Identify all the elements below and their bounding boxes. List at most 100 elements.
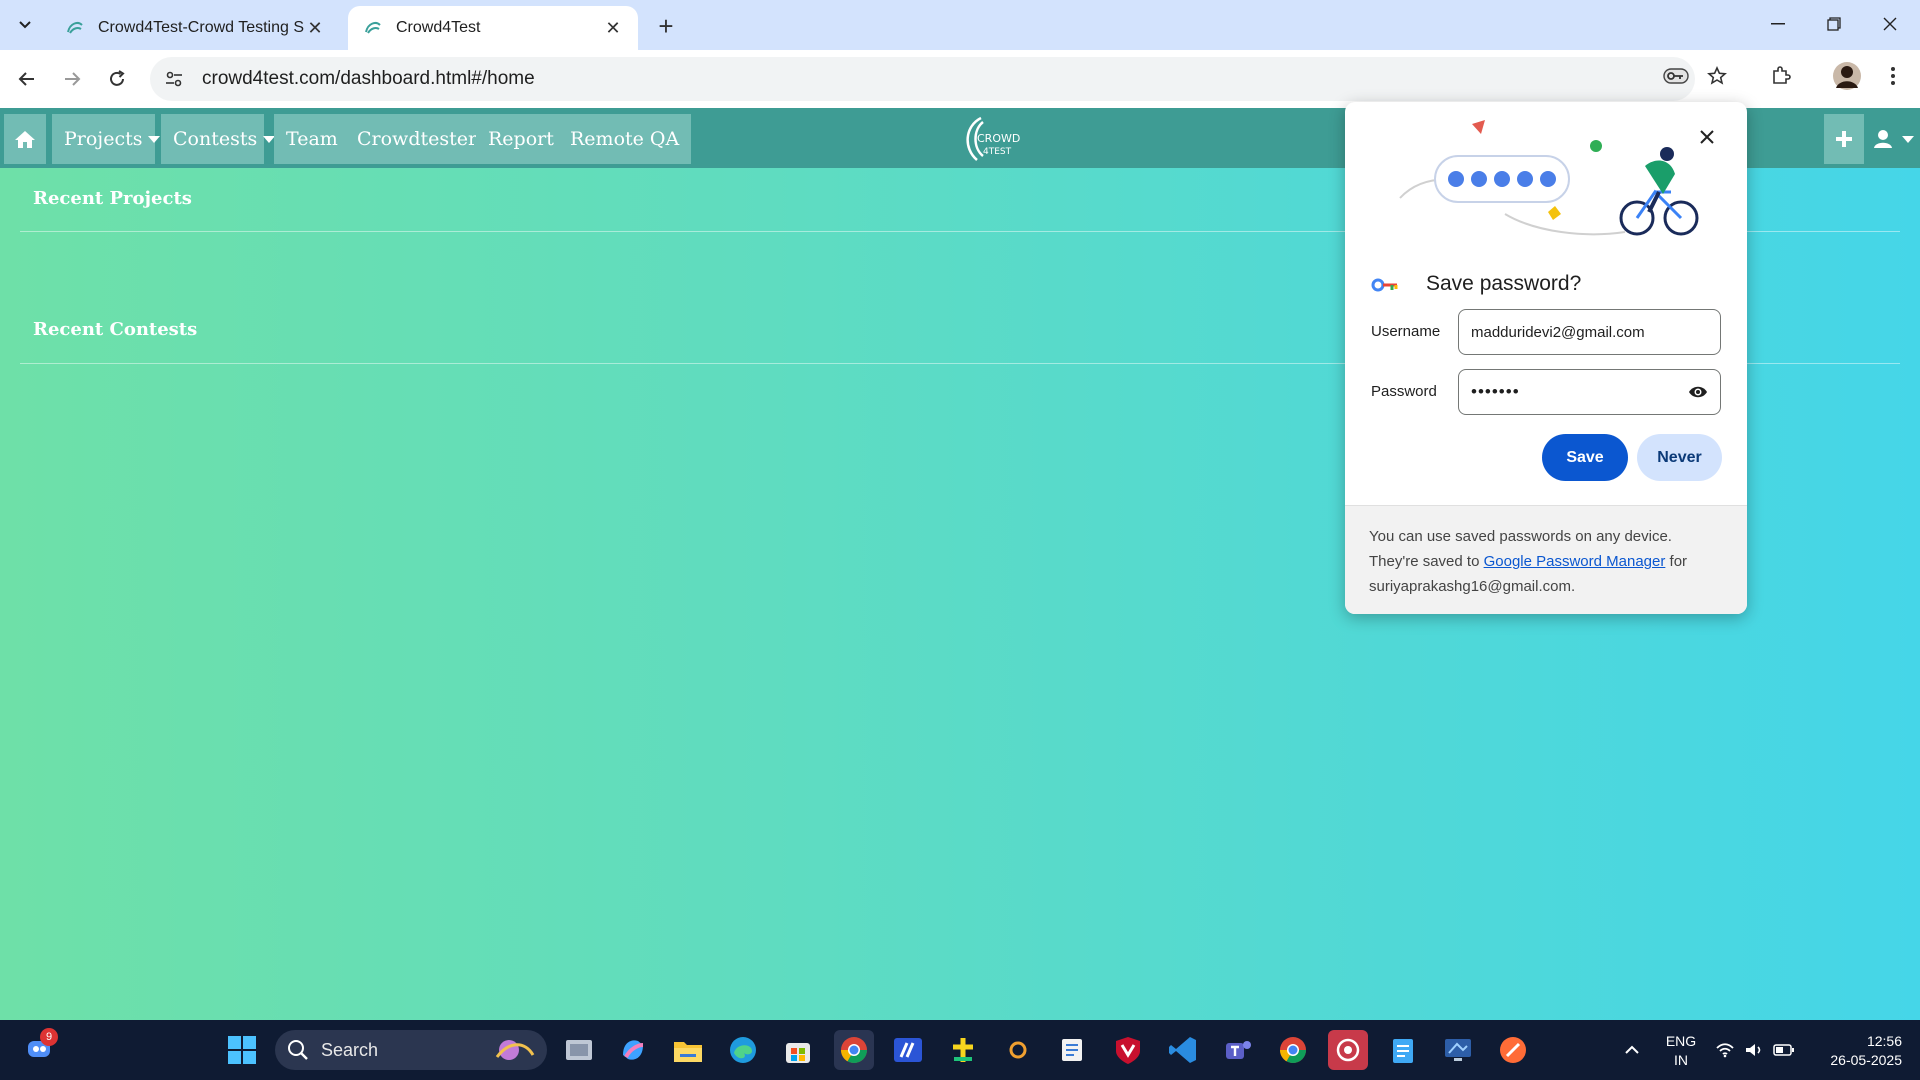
remote-desktop-button[interactable] (1438, 1030, 1478, 1070)
plus-icon (1836, 131, 1852, 147)
language-line-2: IN (1674, 1052, 1688, 1068)
app-button-1[interactable] (888, 1030, 928, 1070)
password-value: ••••••• (1471, 382, 1520, 401)
nav-contests-label: Contests (173, 128, 258, 150)
recent-projects-title: Recent Projects (33, 188, 192, 209)
close-window-button[interactable] (1862, 0, 1918, 48)
home-icon (15, 131, 35, 148)
username-field[interactable]: madduridevi2@gmail.com (1458, 309, 1721, 355)
file-explorer-button[interactable] (668, 1030, 708, 1070)
profile-avatar[interactable] (1828, 57, 1866, 95)
user-menu-button[interactable] (1872, 114, 1916, 164)
close-tab-icon[interactable]: ✕ (304, 17, 326, 39)
arrow-right-icon (65, 72, 81, 86)
app-slash-icon (894, 1038, 922, 1062)
show-hidden-icons-button[interactable] (1612, 1030, 1652, 1070)
screen-record-button[interactable] (1328, 1030, 1368, 1070)
app-button-3[interactable] (998, 1030, 1038, 1070)
chevron-down-icon (19, 21, 31, 29)
app-cross-icon (953, 1038, 973, 1062)
notepad-button[interactable] (1383, 1030, 1423, 1070)
restore-icon (1827, 17, 1841, 31)
search-label: Search (321, 1039, 379, 1060)
eye-icon[interactable] (1688, 385, 1708, 399)
more-vertical-icon (1891, 67, 1895, 85)
browser-menu-button[interactable] (1874, 57, 1912, 95)
password-key-button[interactable] (1657, 57, 1695, 95)
user-icon (1874, 130, 1892, 148)
dialog-footer: You can use saved passwords on any devic… (1345, 505, 1747, 614)
document-app-icon (1062, 1039, 1082, 1061)
browser-tab-inactive[interactable]: Crowd4Test-Crowd Testing Serv ✕ (50, 6, 340, 50)
nav-contests[interactable]: Contests (161, 114, 276, 164)
taskbar-search[interactable]: Search (275, 1030, 547, 1070)
nav-projects-label: Projects (64, 128, 143, 150)
postman-icon (1500, 1037, 1526, 1063)
add-button[interactable] (1824, 114, 1864, 164)
nav-remote-qa-label: Remote QA (570, 128, 680, 150)
teams-icon (1226, 1041, 1251, 1059)
new-tab-button[interactable]: + (650, 10, 682, 42)
nav-report[interactable]: Report (476, 114, 566, 164)
start-button[interactable] (222, 1030, 262, 1070)
nav-team-label: Team (286, 128, 338, 150)
reload-button[interactable] (98, 60, 136, 98)
language-line-1: ENG (1665, 1033, 1697, 1049)
password-field[interactable]: ••••••• (1458, 369, 1721, 415)
address-bar[interactable]: crowd4test.com/dashboard.html#/home (150, 57, 1695, 101)
minimize-button[interactable] (1750, 0, 1806, 48)
chrome-icon (840, 1037, 868, 1064)
close-tab-icon[interactable]: ✕ (602, 17, 624, 39)
system-tray-status[interactable] (1710, 1030, 1800, 1070)
search-highlight-icon (495, 1040, 535, 1060)
nav-crowdtesters-label: Crowdtesters (357, 128, 487, 150)
chrome-profile-button[interactable] (1273, 1030, 1313, 1070)
clock[interactable]: 12:56 26-05-2025 (1812, 1032, 1902, 1070)
postman-button[interactable] (1493, 1030, 1533, 1070)
bookmark-button[interactable] (1698, 57, 1736, 95)
close-dialog-button[interactable] (1692, 122, 1722, 152)
forward-button[interactable] (53, 60, 91, 98)
mcafee-button[interactable] (1108, 1030, 1148, 1070)
nav-remote-qa[interactable]: Remote QA (558, 114, 692, 164)
close-icon (1883, 17, 1897, 31)
home-button[interactable] (4, 114, 46, 164)
app-button-4[interactable] (1053, 1030, 1093, 1070)
clock-time: 12:56 (1866, 1033, 1902, 1049)
nav-team[interactable]: Team (274, 114, 350, 164)
extensions-button[interactable] (1762, 57, 1800, 95)
google-password-manager-link[interactable]: Google Password Manager (1484, 553, 1666, 570)
teams-button[interactable] (1218, 1030, 1258, 1070)
language-indicator[interactable]: ENG IN (1662, 1032, 1700, 1070)
chrome-button[interactable] (834, 1030, 874, 1070)
back-button[interactable] (8, 60, 46, 98)
app-button-2[interactable] (943, 1030, 983, 1070)
crowd4test-favicon (365, 22, 381, 34)
save-password-dialog: Save password? Username madduridevi2@gma… (1345, 102, 1747, 614)
circle-app-icon (1009, 1041, 1027, 1059)
nav-projects[interactable]: Projects (52, 114, 161, 164)
store-button[interactable] (778, 1030, 818, 1070)
edge-button[interactable] (723, 1030, 763, 1070)
close-icon (1700, 130, 1714, 144)
chat-app-button[interactable]: 9 (20, 1028, 60, 1070)
never-button[interactable]: Never (1637, 434, 1722, 481)
password-illustration (1399, 120, 1699, 236)
avatar-icon (1833, 62, 1861, 90)
site-info-icon[interactable] (164, 69, 184, 89)
folder-icon (674, 1042, 702, 1062)
crowd4test-logo[interactable]: CROWD 4TEST (955, 112, 1025, 166)
task-view-button[interactable] (559, 1030, 599, 1070)
arrow-left-icon (18, 72, 34, 86)
restore-button[interactable] (1806, 0, 1862, 48)
tab-search-button[interactable] (8, 8, 42, 42)
nav-report-label: Report (488, 128, 554, 150)
recent-contests-title: Recent Contests (33, 319, 198, 340)
notepad-icon (1393, 1039, 1413, 1063)
monitor-icon (1445, 1039, 1471, 1061)
logo-text-bottom: 4TEST (983, 147, 1012, 157)
save-button[interactable]: Save (1542, 434, 1628, 481)
copilot-button[interactable] (613, 1030, 653, 1070)
vscode-button[interactable] (1163, 1030, 1203, 1070)
browser-tab-active[interactable]: Crowd4Test ✕ (348, 6, 638, 50)
